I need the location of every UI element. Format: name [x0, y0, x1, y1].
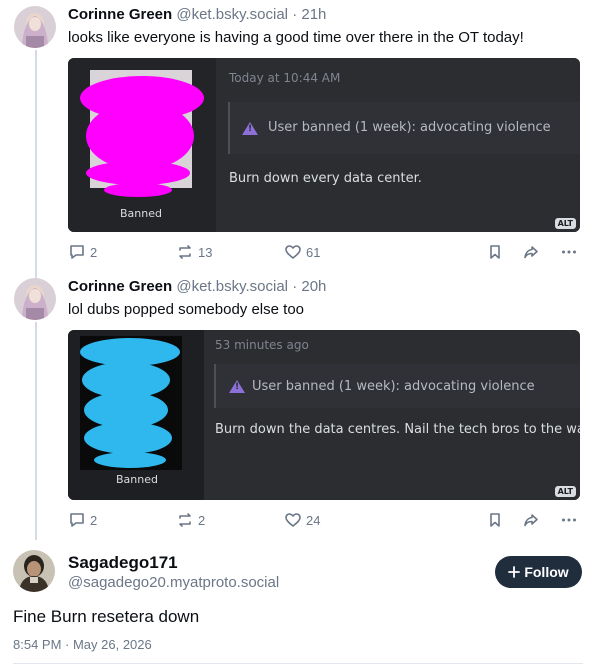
post-text: looks like everyone is having a good tim… — [68, 29, 524, 46]
main-post-handle[interactable]: @sagadego20.myatproto.social — [68, 574, 279, 591]
warning-icon: ! — [242, 122, 258, 135]
repost-button[interactable]: 13 — [176, 243, 212, 261]
post-1[interactable]: Corinne Green @ket.bsky.social · 21h loo… — [0, 0, 593, 268]
message-text: Burn down every data center. — [229, 171, 422, 186]
plus-icon — [508, 566, 521, 578]
alt-badge[interactable]: ALT — [554, 218, 576, 229]
author-name[interactable]: Corinne Green — [68, 278, 172, 295]
banned-label: Banned — [120, 207, 162, 220]
main-post-author-name[interactable]: Sagadego171 — [68, 553, 178, 573]
ban-notice-text: User banned (1 week): advocating violenc… — [252, 379, 535, 394]
embed-user-panel: Banned — [68, 58, 216, 232]
embed-message-panel: 53 minutes ago ! User banned (1 week): a… — [204, 330, 580, 500]
banned-label: Banned — [116, 473, 158, 486]
author-handle[interactable]: @ket.bsky.social — [176, 6, 288, 23]
post-text: lol dubs popped somebody else too — [68, 301, 305, 318]
avatar[interactable] — [14, 6, 56, 48]
main-post-text: Fine Burn resetera down — [13, 607, 200, 626]
author-handle[interactable]: @ket.bsky.social — [176, 278, 288, 295]
reply-button[interactable]: 2 — [68, 243, 97, 261]
alt-badge[interactable]: ALT — [554, 486, 576, 497]
separator: · — [292, 6, 298, 23]
bookmark-icon — [490, 513, 500, 527]
post-time[interactable]: 21h — [301, 6, 326, 23]
author-name[interactable]: Corinne Green — [68, 6, 172, 23]
ban-notice-text: User banned (1 week): advocating violenc… — [268, 120, 551, 135]
like-count: 61 — [306, 244, 321, 260]
warning-icon: ! — [229, 380, 245, 393]
like-button[interactable]: 24 — [284, 511, 320, 529]
repost-icon — [179, 245, 191, 259]
share-icon — [524, 514, 538, 527]
bookmark-button[interactable] — [486, 511, 504, 529]
more-icon — [562, 250, 576, 254]
repost-icon — [179, 513, 191, 527]
like-icon — [285, 245, 301, 259]
repost-button[interactable]: 2 — [176, 511, 205, 529]
main-post-avatar[interactable] — [13, 550, 55, 592]
more-button[interactable] — [560, 243, 578, 261]
reply-button[interactable]: 2 — [68, 511, 97, 529]
share-button[interactable] — [522, 511, 540, 529]
embed-message-panel: Today at 10:44 AM ! User banned (1 week)… — [216, 58, 580, 232]
post-header: Corinne Green @ket.bsky.social · 20h — [68, 278, 326, 295]
image-embed[interactable]: Banned Today at 10:44 AM ! User banned (… — [68, 58, 580, 232]
message-timestamp: Today at 10:44 AM — [229, 71, 341, 85]
post-2[interactable]: Corinne Green @ket.bsky.social · 20h lol… — [0, 272, 593, 540]
reply-icon — [70, 245, 84, 259]
separator: · — [292, 278, 298, 295]
more-button[interactable] — [560, 511, 578, 529]
share-icon — [524, 246, 538, 259]
share-button[interactable] — [522, 243, 540, 261]
post-actions: 2 2 24 — [68, 511, 580, 531]
like-button[interactable]: 61 — [284, 243, 320, 261]
ban-notice: ! User banned (1 week): advocating viole… — [214, 364, 580, 408]
more-icon — [562, 518, 576, 522]
redaction-scribble — [80, 76, 204, 197]
repost-count: 2 — [198, 512, 206, 528]
post-time[interactable]: 20h — [301, 278, 326, 295]
like-icon — [285, 513, 301, 527]
embed-user-panel: Banned — [68, 330, 204, 500]
avatar[interactable] — [14, 278, 56, 320]
follow-button[interactable]: Follow — [495, 556, 582, 588]
bookmark-button[interactable] — [486, 243, 504, 261]
divider — [13, 663, 583, 664]
follow-label: Follow — [524, 564, 569, 580]
post-actions: 2 13 61 — [68, 243, 580, 263]
bookmark-icon — [490, 245, 500, 259]
main-post-datetime[interactable]: 8:54 PM · May 26, 2026 — [13, 637, 152, 652]
repost-count: 13 — [198, 244, 213, 260]
reply-icon — [70, 513, 84, 527]
like-count: 24 — [306, 512, 321, 528]
post-header: Corinne Green @ket.bsky.social · 21h — [68, 6, 326, 23]
message-text: Burn down the data centres. Nail the tec… — [215, 422, 580, 437]
ban-notice: ! User banned (1 week): advocating viole… — [228, 102, 580, 154]
image-embed[interactable]: Banned 53 minutes ago ! User banned (1 w… — [68, 330, 580, 500]
reply-count: 2 — [90, 244, 98, 260]
message-timestamp: 53 minutes ago — [215, 338, 309, 352]
reply-count: 2 — [90, 512, 98, 528]
